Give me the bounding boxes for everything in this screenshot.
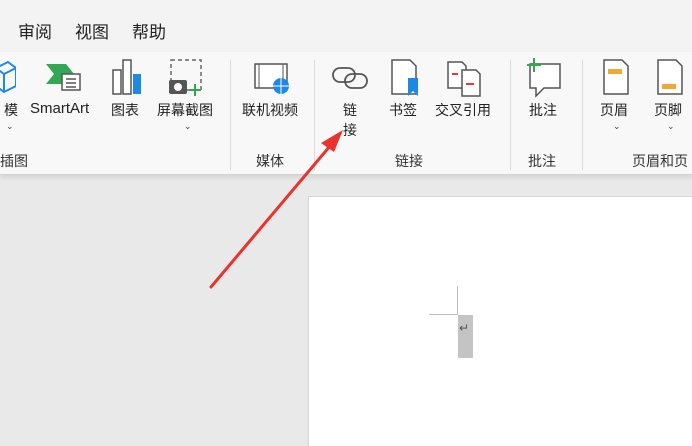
annotation-arrow — [209, 130, 343, 289]
